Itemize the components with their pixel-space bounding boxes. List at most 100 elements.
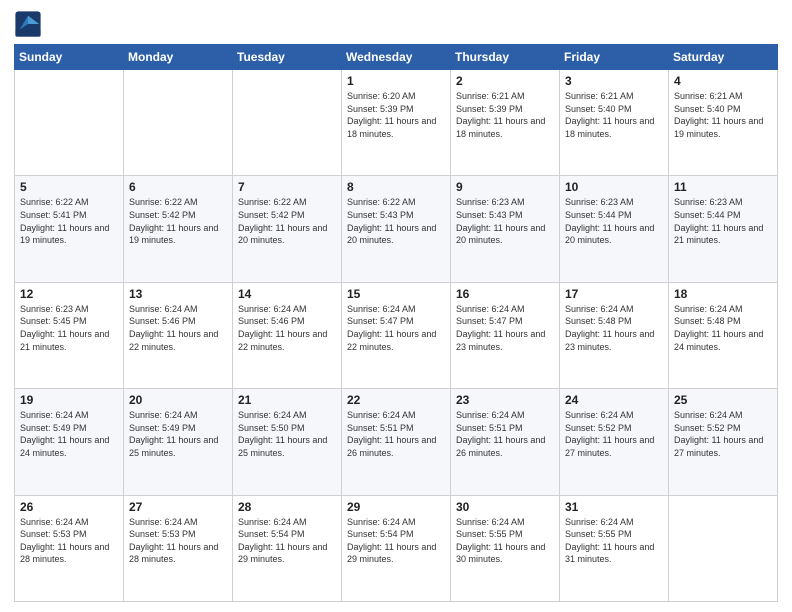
day-number: 3 — [565, 74, 663, 88]
logo-icon — [14, 10, 42, 38]
day-info: Sunrise: 6:24 AM Sunset: 5:50 PM Dayligh… — [238, 409, 336, 459]
day-number: 26 — [20, 500, 118, 514]
calendar-cell: 11Sunrise: 6:23 AM Sunset: 5:44 PM Dayli… — [669, 176, 778, 282]
day-number: 12 — [20, 287, 118, 301]
day-number: 8 — [347, 180, 445, 194]
calendar-cell: 7 Sunrise: 6:22 AM Sunset: 5:42 PM Daylig… — [233, 176, 342, 282]
day-number: 13 — [129, 287, 227, 301]
calendar-cell: 4Sunrise: 6:21 AM Sunset: 5:40 PM Daylig… — [669, 70, 778, 176]
calendar-cell: 21 Sunrise: 6:24 AM Sunset: 5:50 PM Dayli… — [233, 389, 342, 495]
calendar-cell: 12 Sunrise: 6:23 AM Sunset: 5:45 PM Dayli… — [15, 282, 124, 388]
day-info: Sunrise: 6:24 AM Sunset: 5:46 PM Dayligh… — [129, 303, 227, 353]
day-header-wednesday: Wednesday — [342, 45, 451, 70]
calendar-cell — [233, 70, 342, 176]
calendar-week-5: 26 Sunrise: 6:24 AM Sunset: 5:53 PM Dayli… — [15, 495, 778, 601]
day-number: 27 — [129, 500, 227, 514]
day-info: Sunrise: 6:24 AM Sunset: 5:48 PM Dayligh… — [565, 303, 663, 353]
day-info: Sunrise: 6:24 AM Sunset: 5:54 PM Dayligh… — [238, 516, 336, 566]
day-number: 2 — [456, 74, 554, 88]
calendar-table: SundayMondayTuesdayWednesdayThursdayFrid… — [14, 44, 778, 602]
day-header-sunday: Sunday — [15, 45, 124, 70]
day-info: Sunrise: 6:24 AM Sunset: 5:47 PM Dayligh… — [456, 303, 554, 353]
calendar-cell: 8 Sunrise: 6:22 AM Sunset: 5:43 PM Daylig… — [342, 176, 451, 282]
header — [14, 10, 778, 38]
day-number: 1 — [347, 74, 445, 88]
day-number: 19 — [20, 393, 118, 407]
calendar-cell: 15Sunrise: 6:24 AM Sunset: 5:47 PM Dayli… — [342, 282, 451, 388]
day-number: 16 — [456, 287, 554, 301]
calendar-cell: 28 Sunrise: 6:24 AM Sunset: 5:54 PM Dayli… — [233, 495, 342, 601]
day-info: Sunrise: 6:24 AM Sunset: 5:49 PM Dayligh… — [20, 409, 118, 459]
day-number: 31 — [565, 500, 663, 514]
calendar-week-3: 12 Sunrise: 6:23 AM Sunset: 5:45 PM Dayli… — [15, 282, 778, 388]
day-number: 21 — [238, 393, 336, 407]
day-info: Sunrise: 6:24 AM Sunset: 5:47 PM Dayligh… — [347, 303, 445, 353]
calendar-cell: 24Sunrise: 6:24 AM Sunset: 5:52 PM Dayli… — [560, 389, 669, 495]
calendar-cell: 19 Sunrise: 6:24 AM Sunset: 5:49 PM Dayli… — [15, 389, 124, 495]
day-info: Sunrise: 6:24 AM Sunset: 5:52 PM Dayligh… — [674, 409, 772, 459]
calendar-week-2: 5 Sunrise: 6:22 AM Sunset: 5:41 PM Daylig… — [15, 176, 778, 282]
day-info: Sunrise: 6:24 AM Sunset: 5:55 PM Dayligh… — [456, 516, 554, 566]
day-number: 10 — [565, 180, 663, 194]
day-number: 6 — [129, 180, 227, 194]
calendar-cell: 10 Sunrise: 6:23 AM Sunset: 5:44 PM Dayli… — [560, 176, 669, 282]
calendar-cell: 1 Sunrise: 6:20 AM Sunset: 5:39 PM Daylig… — [342, 70, 451, 176]
day-info: Sunrise: 6:20 AM Sunset: 5:39 PM Dayligh… — [347, 90, 445, 140]
day-header-friday: Friday — [560, 45, 669, 70]
day-number: 23 — [456, 393, 554, 407]
day-header-saturday: Saturday — [669, 45, 778, 70]
page: SundayMondayTuesdayWednesdayThursdayFrid… — [0, 0, 792, 612]
day-number: 4 — [674, 74, 772, 88]
calendar-cell: 6 Sunrise: 6:22 AM Sunset: 5:42 PM Daylig… — [124, 176, 233, 282]
calendar-week-1: 1 Sunrise: 6:20 AM Sunset: 5:39 PM Daylig… — [15, 70, 778, 176]
day-info: Sunrise: 6:22 AM Sunset: 5:42 PM Dayligh… — [129, 196, 227, 246]
day-info: Sunrise: 6:22 AM Sunset: 5:42 PM Dayligh… — [238, 196, 336, 246]
day-number: 22 — [347, 393, 445, 407]
day-number: 14 — [238, 287, 336, 301]
day-info: Sunrise: 6:24 AM Sunset: 5:49 PM Dayligh… — [129, 409, 227, 459]
day-info: Sunrise: 6:22 AM Sunset: 5:43 PM Dayligh… — [347, 196, 445, 246]
day-info: Sunrise: 6:24 AM Sunset: 5:53 PM Dayligh… — [20, 516, 118, 566]
day-header-monday: Monday — [124, 45, 233, 70]
calendar-cell: 13 Sunrise: 6:24 AM Sunset: 5:46 PM Dayli… — [124, 282, 233, 388]
calendar-cell: 20 Sunrise: 6:24 AM Sunset: 5:49 PM Dayli… — [124, 389, 233, 495]
day-info: Sunrise: 6:24 AM Sunset: 5:51 PM Dayligh… — [347, 409, 445, 459]
day-header-tuesday: Tuesday — [233, 45, 342, 70]
calendar-header-row: SundayMondayTuesdayWednesdayThursdayFrid… — [15, 45, 778, 70]
day-number: 5 — [20, 180, 118, 194]
day-info: Sunrise: 6:23 AM Sunset: 5:44 PM Dayligh… — [565, 196, 663, 246]
day-info: Sunrise: 6:24 AM Sunset: 5:53 PM Dayligh… — [129, 516, 227, 566]
day-number: 7 — [238, 180, 336, 194]
calendar-cell: 14 Sunrise: 6:24 AM Sunset: 5:46 PM Dayli… — [233, 282, 342, 388]
calendar-cell: 16 Sunrise: 6:24 AM Sunset: 5:47 PM Dayli… — [451, 282, 560, 388]
calendar-week-4: 19 Sunrise: 6:24 AM Sunset: 5:49 PM Dayli… — [15, 389, 778, 495]
day-info: Sunrise: 6:24 AM Sunset: 5:55 PM Dayligh… — [565, 516, 663, 566]
day-number: 20 — [129, 393, 227, 407]
day-info: Sunrise: 6:24 AM Sunset: 5:51 PM Dayligh… — [456, 409, 554, 459]
day-number: 11 — [674, 180, 772, 194]
calendar-cell: 3 Sunrise: 6:21 AM Sunset: 5:40 PM Daylig… — [560, 70, 669, 176]
day-header-thursday: Thursday — [451, 45, 560, 70]
day-number: 9 — [456, 180, 554, 194]
day-info: Sunrise: 6:21 AM Sunset: 5:40 PM Dayligh… — [565, 90, 663, 140]
day-info: Sunrise: 6:24 AM Sunset: 5:46 PM Dayligh… — [238, 303, 336, 353]
calendar-cell: 17 Sunrise: 6:24 AM Sunset: 5:48 PM Dayli… — [560, 282, 669, 388]
day-number: 24 — [565, 393, 663, 407]
day-number: 18 — [674, 287, 772, 301]
day-info: Sunrise: 6:24 AM Sunset: 5:48 PM Dayligh… — [674, 303, 772, 353]
calendar-cell: 9Sunrise: 6:23 AM Sunset: 5:43 PM Daylig… — [451, 176, 560, 282]
day-number: 17 — [565, 287, 663, 301]
day-number: 30 — [456, 500, 554, 514]
calendar-cell: 31 Sunrise: 6:24 AM Sunset: 5:55 PM Dayli… — [560, 495, 669, 601]
day-info: Sunrise: 6:23 AM Sunset: 5:45 PM Dayligh… — [20, 303, 118, 353]
day-info: Sunrise: 6:22 AM Sunset: 5:41 PM Dayligh… — [20, 196, 118, 246]
calendar-cell: 18 Sunrise: 6:24 AM Sunset: 5:48 PM Dayli… — [669, 282, 778, 388]
day-number: 28 — [238, 500, 336, 514]
calendar-cell: 30 Sunrise: 6:24 AM Sunset: 5:55 PM Dayli… — [451, 495, 560, 601]
calendar-cell — [124, 70, 233, 176]
calendar-cell: 23 Sunrise: 6:24 AM Sunset: 5:51 PM Dayli… — [451, 389, 560, 495]
calendar-cell — [15, 70, 124, 176]
calendar-cell: 29Sunrise: 6:24 AM Sunset: 5:54 PM Dayli… — [342, 495, 451, 601]
calendar-cell: 27 Sunrise: 6:24 AM Sunset: 5:53 PM Dayli… — [124, 495, 233, 601]
calendar-cell: 2Sunrise: 6:21 AM Sunset: 5:39 PM Daylig… — [451, 70, 560, 176]
